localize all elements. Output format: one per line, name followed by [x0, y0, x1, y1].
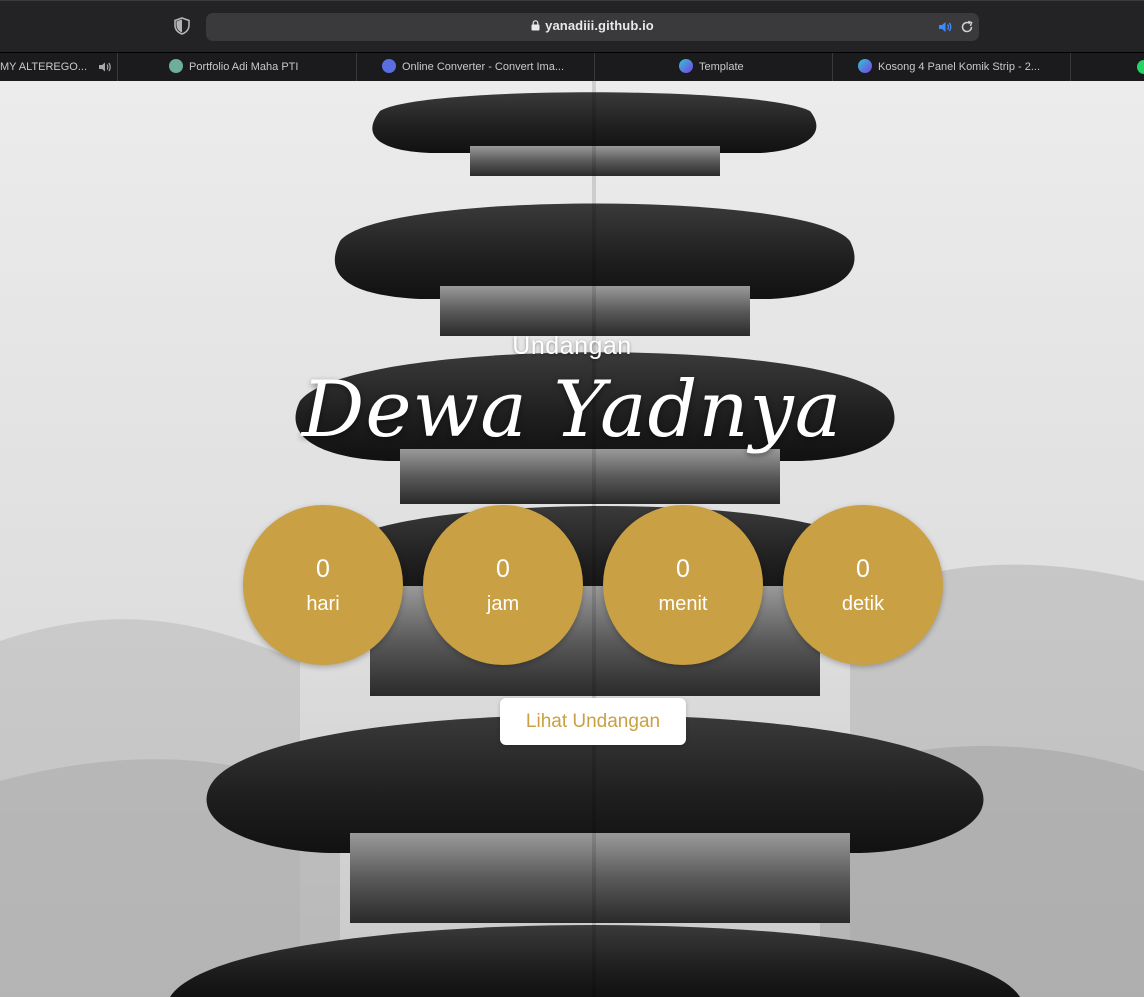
- countdown-unit: jam: [486, 593, 520, 615]
- invitation-subtitle: Undangan: [512, 332, 632, 360]
- shield-icon[interactable]: [174, 17, 190, 35]
- reload-icon[interactable]: [960, 20, 974, 34]
- countdown-unit: hari: [306, 593, 340, 615]
- countdown-seconds: 0 detik: [783, 505, 943, 665]
- countdown-hours: 0 jam: [423, 505, 583, 665]
- converter-icon: [382, 59, 396, 73]
- whatsapp-icon: [1137, 60, 1144, 74]
- countdown-unit: detik: [841, 593, 885, 615]
- url-text: yanadiii.github.io: [545, 18, 654, 33]
- tab-label: Portfolio Adi Maha PTI: [189, 61, 299, 73]
- canva-icon: [858, 59, 872, 73]
- tab-label: Kosong 4 Panel Komik Strip - 2...: [878, 61, 1041, 73]
- page-viewport: Undangan Dewa Yadnya 0 hari 0 jam 0 meni…: [0, 81, 1144, 997]
- url-display[interactable]: yanadiii.github.io: [206, 18, 979, 33]
- tab-0[interactable]: MY ALTEREGO...: [0, 53, 118, 81]
- countdown-days: 0 hari: [243, 505, 403, 665]
- speaker-icon[interactable]: [938, 20, 952, 34]
- tab-label: Online Converter - Convert Ima...: [402, 61, 565, 73]
- canva-icon: [679, 59, 693, 73]
- tab-5[interactable]: [1071, 53, 1144, 81]
- tab-bar: MY ALTEREGO... Portfolio Adi Maha PTI On…: [0, 52, 1144, 81]
- speaker-icon[interactable]: [98, 61, 112, 73]
- countdown-timer: 0 hari 0 jam 0 menit 0 detik: [243, 505, 943, 665]
- countdown-value: 0: [856, 555, 870, 583]
- tab-label: MY ALTEREGO...: [0, 61, 88, 73]
- view-invitation-button[interactable]: Lihat Undangan: [500, 698, 686, 745]
- address-bar[interactable]: yanadiii.github.io: [206, 13, 979, 41]
- tab-2[interactable]: Online Converter - Convert Ima...: [357, 53, 595, 81]
- browser-window: yanadiii.github.io MY ALTEREGO... Portfo…: [0, 0, 1144, 997]
- tab-label: Template: [699, 61, 744, 73]
- browser-toolbar: yanadiii.github.io: [0, 0, 1144, 52]
- countdown-value: 0: [496, 555, 510, 583]
- countdown-value: 0: [316, 555, 330, 583]
- tab-4[interactable]: Kosong 4 Panel Komik Strip - 2...: [833, 53, 1071, 81]
- tab-3[interactable]: Template: [595, 53, 833, 81]
- openai-icon: [169, 59, 183, 73]
- countdown-minutes: 0 menit: [603, 505, 763, 665]
- countdown-value: 0: [676, 555, 690, 583]
- invitation-title: Dewa Yadnya: [301, 365, 843, 455]
- tab-1[interactable]: Portfolio Adi Maha PTI: [118, 53, 357, 81]
- lock-icon: [531, 20, 540, 31]
- countdown-unit: menit: [658, 593, 708, 615]
